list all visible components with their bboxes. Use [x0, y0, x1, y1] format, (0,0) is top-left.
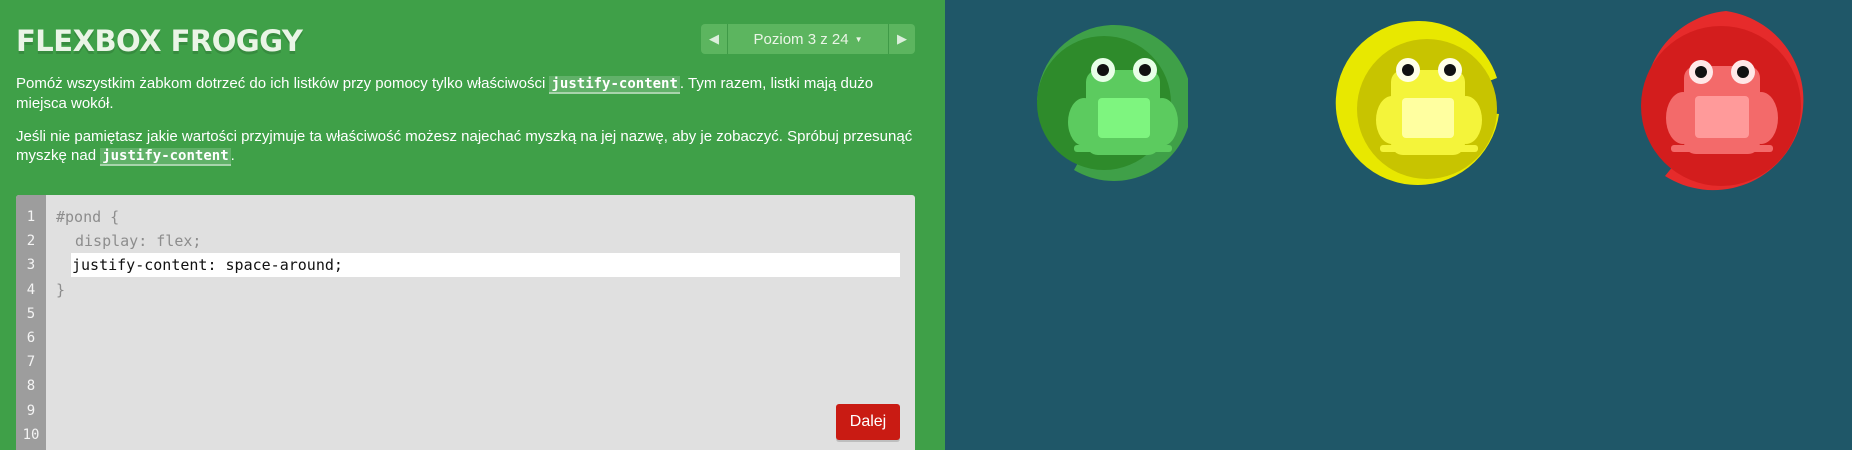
property-hint-justify-content[interactable]: justify-content [100, 148, 231, 166]
level-dropdown[interactable]: Poziom 3 z 24 ▼ [728, 24, 888, 54]
line-number-gutter: 1 2 3 4 5 6 7 8 9 10 [16, 195, 46, 450]
pond-board [945, 0, 1852, 450]
instructions-panel: FLEXBOX FROGGY ◀ Poziom 3 z 24 ▼ ▶ Pomóż… [0, 0, 945, 450]
line-number: 7 [26, 354, 36, 371]
code-line: display: flex; [75, 232, 202, 251]
next-button[interactable]: Dalej [836, 404, 900, 440]
triangle-right-icon: ▶ [897, 31, 907, 46]
app-title: FLEXBOX FROGGY [16, 24, 303, 58]
css-code-input[interactable] [71, 253, 900, 277]
level-label: Poziom 3 z 24 [753, 30, 849, 48]
line-number: 2 [26, 233, 36, 250]
caret-down-icon: ▼ [854, 34, 863, 44]
green-frog-on-lilypad [1037, 24, 1188, 181]
line-number: 8 [26, 378, 36, 395]
property-hint-justify-content[interactable]: justify-content [549, 76, 680, 94]
level-navigator: ◀ Poziom 3 z 24 ▼ ▶ [701, 24, 915, 54]
code-line: } [56, 280, 66, 299]
triangle-left-icon: ◀ [709, 31, 719, 46]
line-number: 9 [26, 402, 36, 419]
instruction-text: Pomóż wszystkim żabkom dotrzeć do ich li… [16, 75, 550, 92]
css-editor: 1 2 3 4 5 6 7 8 9 10 #pond { display: fl… [16, 195, 915, 450]
line-number: 10 [22, 426, 40, 443]
line-number: 4 [26, 281, 36, 298]
line-number: 6 [26, 329, 36, 346]
next-level-button[interactable]: ▶ [888, 24, 915, 54]
code-line: #pond { [56, 208, 120, 226]
line-number: 3 [26, 257, 36, 274]
instruction-paragraph-1: Pomóż wszystkim żabkom dotrzeć do ich li… [16, 74, 916, 113]
previous-level-button[interactable]: ◀ [701, 24, 728, 54]
line-number: 5 [26, 305, 36, 322]
line-number: 1 [26, 209, 36, 225]
red-frog-on-lilypad [1641, 11, 1804, 191]
yellow-frog-on-lilypad [1335, 20, 1499, 185]
instruction-paragraph-2: Jeśli nie pamiętasz jakie wartości przyj… [16, 127, 916, 166]
instruction-text: . [230, 147, 235, 164]
